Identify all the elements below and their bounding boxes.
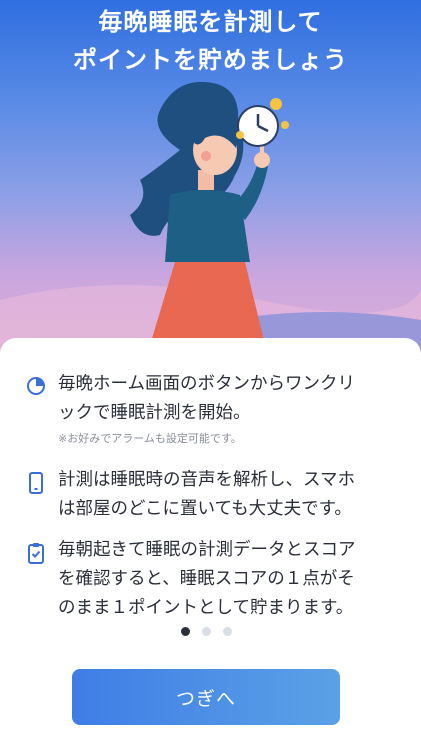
page-dot-3[interactable] bbox=[223, 627, 232, 636]
pagination-dots bbox=[0, 627, 421, 637]
feature-text-one-click: 毎晩ホーム画面のボタンからワンクリ ックで睡眠計測を開始。 bbox=[58, 374, 355, 423]
page-dot-1[interactable] bbox=[181, 627, 190, 636]
alarm-note: ※お好みでアラームも設定可能です。 bbox=[58, 432, 242, 445]
hero-title-line-1: 毎晩睡眠を計測して bbox=[98, 8, 323, 36]
smartphone-icon bbox=[26, 472, 46, 494]
hero-title-line-2: ポイントを貯めましょう bbox=[73, 46, 348, 74]
feature-text-score-points: 毎朝起きて睡眠の計測データとスコア を確認すると、睡眠スコアの１点がそ のまま１… bbox=[58, 540, 356, 618]
page-dot-2[interactable] bbox=[202, 627, 211, 636]
pie-chart-icon bbox=[26, 376, 46, 398]
feature-text-audio-analysis: 計測は睡眠時の音声を解析し、スマホ は部屋のどこに置いても大丈夫です。 bbox=[58, 470, 355, 519]
next-button[interactable]: つぎへ bbox=[72, 669, 340, 725]
clipboard-check-icon bbox=[26, 542, 46, 564]
hero-banner: 毎晩睡眠を計測して ポイントを貯めましょう bbox=[0, 0, 421, 370]
